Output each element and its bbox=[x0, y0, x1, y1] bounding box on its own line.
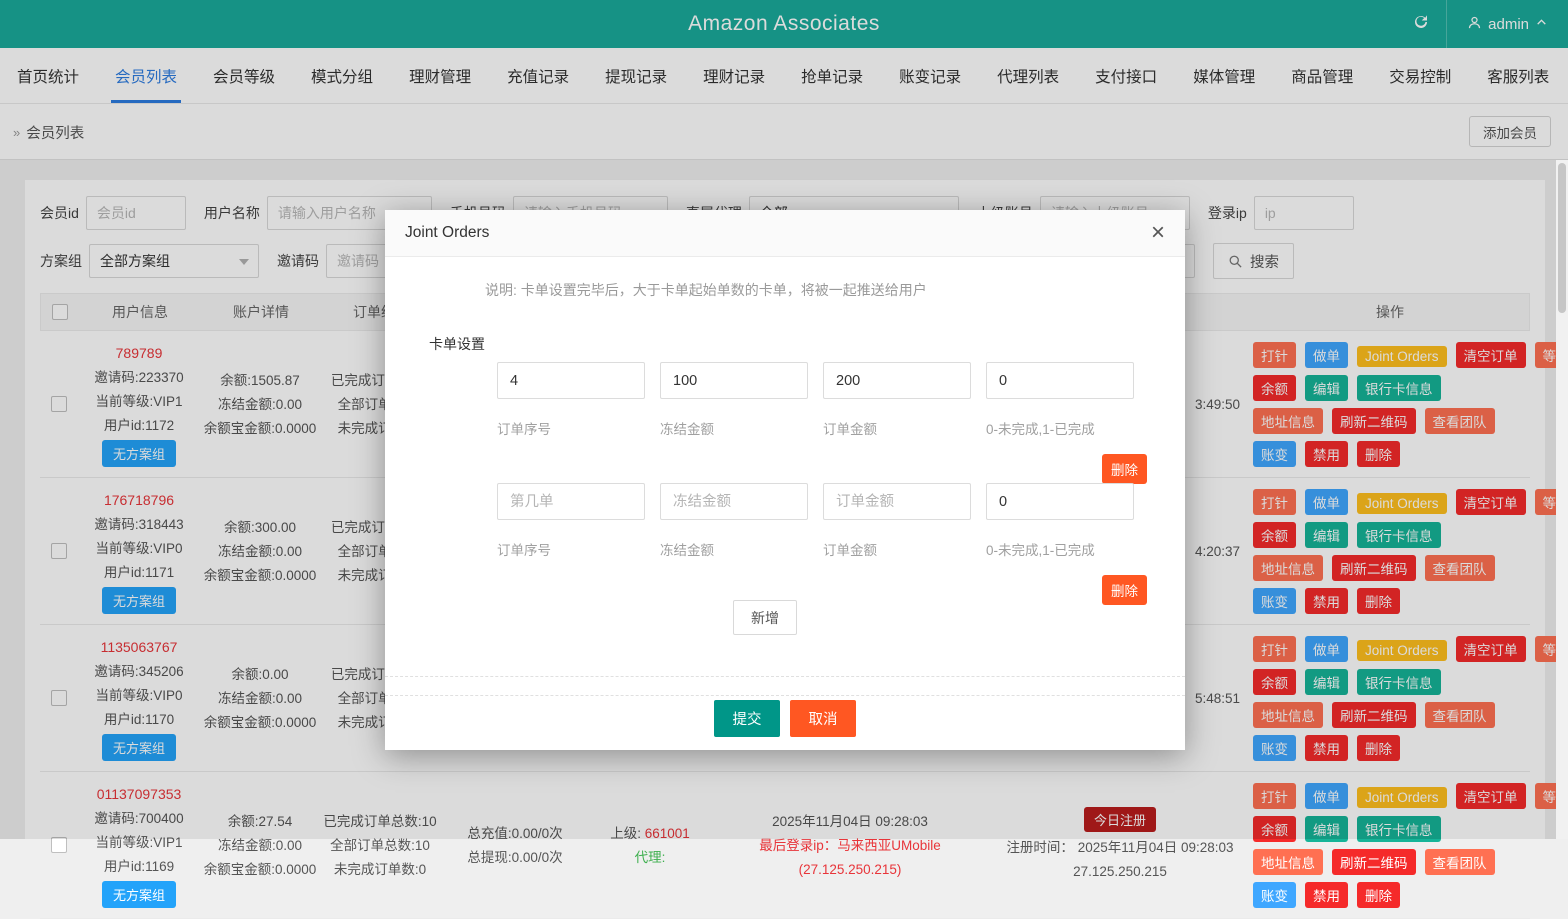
modal-note: 说明: 卡单设置完毕后，大于卡单起始单数的卡单，将被一起推送给用户 bbox=[485, 280, 927, 300]
card-order-inputs bbox=[497, 362, 1134, 399]
recharge-line: 总提现:0.00/0次 bbox=[467, 848, 562, 867]
card-order-field-label: 订单序号 bbox=[497, 539, 660, 559]
card-order-field-label: 订单金额 bbox=[823, 418, 986, 438]
scrollbar-thumb[interactable] bbox=[1558, 163, 1566, 313]
cancel-button[interactable]: 取消 bbox=[790, 700, 856, 737]
card-order-row: 订单序号冻结金额订单金额0-未完成,1-已完成删除 bbox=[385, 362, 1185, 492]
agent-line: 代理: bbox=[635, 848, 666, 867]
card-order-field-3[interactable] bbox=[823, 362, 971, 399]
card-order-field-label: 订单金额 bbox=[823, 539, 986, 559]
action-button[interactable]: 禁用 bbox=[1305, 882, 1348, 908]
action-button[interactable]: 账变 bbox=[1253, 882, 1296, 908]
modal-title: Joint Orders bbox=[405, 224, 489, 242]
register-ip: 27.125.250.215 bbox=[990, 862, 1250, 881]
action-line: 地址信息刷新二维码查看团队 bbox=[1253, 849, 1504, 875]
card-order-field-3[interactable] bbox=[823, 483, 971, 520]
vertical-scrollbar[interactable] bbox=[1556, 160, 1568, 839]
card-order-field-label: 冻结金额 bbox=[660, 418, 823, 438]
action-button[interactable]: 查看团队 bbox=[1425, 849, 1495, 875]
card-order-field-label: 0-未完成,1-已完成 bbox=[986, 539, 1149, 559]
row-checkbox[interactable] bbox=[51, 837, 67, 853]
dashed-divider bbox=[385, 695, 1185, 696]
plan-group-badge[interactable]: 无方案组 bbox=[102, 881, 176, 908]
order-line: 未完成订单数:0 bbox=[334, 860, 426, 879]
card-order-labels: 订单序号冻结金额订单金额0-未完成,1-已完成 bbox=[497, 418, 1149, 438]
register-time: 注册时间： 2025年11月04日 09:28:03 bbox=[990, 838, 1250, 857]
account-line: 余额宝金额:0.0000 bbox=[204, 860, 317, 879]
close-icon[interactable]: × bbox=[1151, 221, 1165, 245]
dashed-divider bbox=[385, 676, 1185, 677]
card-order-field-4[interactable] bbox=[986, 362, 1134, 399]
card-order-field-label: 冻结金额 bbox=[660, 539, 823, 559]
user-info-line: 用户id:1169 bbox=[104, 857, 174, 876]
action-button[interactable]: 地址信息 bbox=[1253, 849, 1323, 875]
card-order-section-label: 卡单设置 bbox=[429, 334, 485, 354]
submit-button[interactable]: 提交 bbox=[714, 700, 780, 737]
card-order-labels: 订单序号冻结金额订单金额0-未完成,1-已完成 bbox=[497, 539, 1149, 559]
modal-header: Joint Orders × bbox=[385, 210, 1185, 257]
card-order-field-2[interactable] bbox=[660, 483, 808, 520]
action-button[interactable]: 刷新二维码 bbox=[1332, 849, 1416, 875]
delete-row-button[interactable]: 删除 bbox=[1102, 454, 1147, 484]
card-order-field-2[interactable] bbox=[660, 362, 808, 399]
card-order-field-label: 0-未完成,1-已完成 bbox=[986, 418, 1149, 438]
card-order-row: 订单序号冻结金额订单金额0-未完成,1-已完成删除 bbox=[385, 483, 1185, 613]
card-order-inputs bbox=[497, 483, 1134, 520]
card-order-field-4[interactable] bbox=[986, 483, 1134, 520]
joint-orders-modal: Joint Orders × 说明: 卡单设置完毕后，大于卡单起始单数的卡单，将… bbox=[385, 210, 1185, 750]
delete-row-button[interactable]: 删除 bbox=[1102, 575, 1147, 605]
action-line: 账变禁用删除 bbox=[1253, 882, 1409, 908]
last-login-addr: (27.125.250.215) bbox=[799, 860, 902, 879]
card-order-field-label: 订单序号 bbox=[497, 418, 660, 438]
modal-footer: 提交 取消 bbox=[385, 700, 1185, 737]
card-order-field-1[interactable] bbox=[497, 362, 645, 399]
action-button[interactable]: 删除 bbox=[1357, 882, 1400, 908]
add-row-button[interactable]: 新增 bbox=[733, 600, 797, 635]
card-order-field-1[interactable] bbox=[497, 483, 645, 520]
